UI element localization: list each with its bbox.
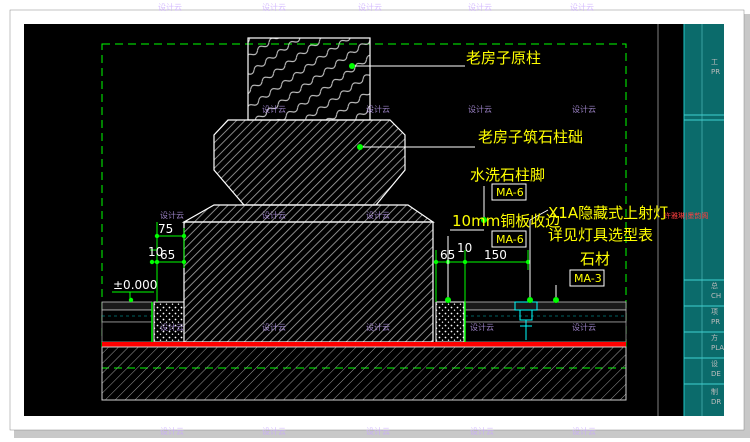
label-original-column: 老房子原柱: [466, 49, 541, 67]
label-washed-stone-foot: 水洗石柱脚: [470, 166, 545, 184]
red-side-note: 许雅琳|墨韵阁: [664, 211, 708, 220]
svg-text:设计云: 设计云: [160, 322, 184, 332]
svg-text:方: 方: [711, 333, 718, 342]
svg-text:制: 制: [711, 387, 718, 396]
svg-text:PR: PR: [711, 68, 720, 76]
red-membrane-line: [102, 342, 626, 347]
base-transition: [181, 204, 435, 223]
svg-text:设计云: 设计云: [470, 322, 494, 332]
floor-finish-left: [101, 301, 153, 311]
svg-text:设计云: 设计云: [262, 426, 286, 436]
svg-text:设计云: 设计云: [262, 210, 286, 220]
svg-text:设计云: 设计云: [468, 2, 492, 12]
svg-text:DE: DE: [711, 370, 721, 378]
svg-text:CH: CH: [711, 292, 721, 300]
stone-column-base: [213, 119, 406, 206]
gravel-band-right: [435, 301, 465, 343]
svg-text:设计云: 设计云: [262, 104, 286, 114]
tag-ma6-top: MA-6: [496, 186, 524, 199]
svg-text:设计云: 设计云: [470, 426, 494, 436]
svg-text:PLA: PLA: [711, 344, 724, 352]
svg-text:设计云: 设计云: [570, 2, 594, 12]
svg-text:设: 设: [711, 359, 718, 368]
svg-text:设计云: 设计云: [572, 104, 596, 114]
dim-10-right: 10: [457, 241, 472, 255]
svg-text:设计云: 设计云: [572, 426, 596, 436]
washed-stone-column-foot: [183, 221, 434, 343]
title-block-panel: [684, 24, 724, 416]
dim-75: 75: [158, 222, 173, 236]
svg-text:设计云: 设计云: [572, 322, 596, 332]
label-stone: 石材: [580, 250, 610, 268]
svg-text:设计云: 设计云: [366, 104, 390, 114]
svg-text:设计云: 设计云: [262, 322, 286, 332]
svg-text:设计云: 设计云: [366, 322, 390, 332]
svg-text:总: 总: [711, 281, 718, 290]
dim-65-left: 65: [160, 248, 175, 262]
detail-drawing: 工 PR 总 CH 项 PR 方 PLA 设 DE 制 DR 老房子原柱 老房子…: [9, 2, 750, 438]
label-stone-base: 老房子筑石柱础: [478, 128, 583, 146]
svg-text:项: 项: [711, 308, 718, 316]
label-copper-trim: 10mm铜板收边: [452, 212, 560, 230]
svg-text:DR: DR: [711, 398, 721, 406]
label-see-lamp-table: 详见灯具选型表: [548, 226, 653, 244]
svg-text:设计云: 设计云: [160, 426, 184, 436]
svg-text:PR: PR: [711, 318, 720, 326]
gravel-band-left: [153, 301, 185, 343]
floor-finish-right: [464, 301, 627, 311]
svg-text:设计云: 设计云: [366, 426, 390, 436]
svg-text:设计云: 设计云: [160, 210, 184, 220]
label-uplight: X1A隐藏式上射灯: [548, 204, 668, 222]
dim-65-right: 65: [440, 248, 455, 262]
svg-text:设计云: 设计云: [262, 2, 286, 12]
dim-level: ±0.000: [113, 278, 157, 292]
dim-150: 150: [484, 248, 507, 262]
floor-screed-left: [101, 321, 153, 343]
tag-ma3: MA-3: [574, 272, 602, 285]
svg-text:工: 工: [711, 58, 718, 66]
cad-drawing-viewer: 工 PR 总 CH 项 PR 方 PLA 设 DE 制 DR 老房子原柱 老房子…: [0, 0, 750, 438]
svg-text:设计云: 设计云: [366, 210, 390, 220]
tag-ma6-bottom: MA-6: [496, 233, 524, 246]
structural-slab: [101, 346, 627, 401]
svg-text:设计云: 设计云: [358, 2, 382, 12]
svg-text:设计云: 设计云: [468, 104, 492, 114]
svg-text:设计云: 设计云: [158, 2, 182, 12]
